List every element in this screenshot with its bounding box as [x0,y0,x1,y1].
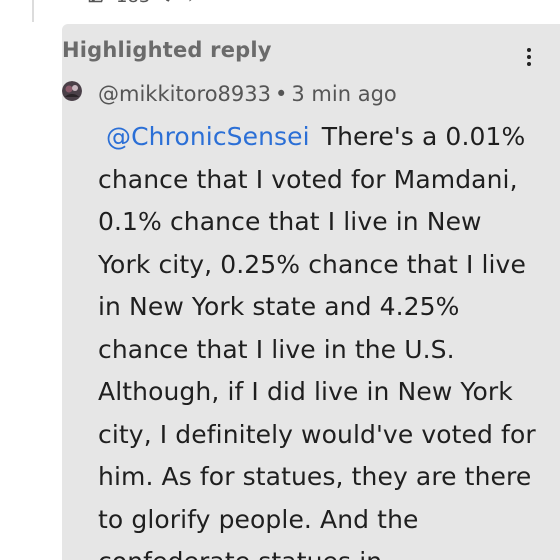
highlighted-reply-label: Highlighted reply [62,38,272,62]
author-handle[interactable]: @mikkitoro8933 [98,82,271,106]
reply-text: @ChronicSensei There's a 0.01% chance tha… [98,116,538,560]
menu-dot [527,48,531,52]
more-vert-icon[interactable] [519,44,539,70]
mention-link[interactable]: @ChronicSensei [106,122,310,151]
reply-content: There's a 0.01% chance that I voted for … [98,122,536,560]
parent-comment-actions: 183 [88,0,206,8]
timestamp[interactable]: 3 min ago [291,82,396,106]
comments-page: 183 Highlighted reply @mikkitoro8933•3 m… [0,0,560,560]
menu-dot [527,55,531,59]
thread-line [32,0,34,22]
like-count: 183 [116,0,150,7]
user-avatar-icon[interactable] [62,81,82,101]
meta-separator: • [275,82,288,106]
reply-icon[interactable] [188,0,206,8]
thumb-up-icon[interactable] [88,0,106,8]
menu-dot [527,62,531,66]
highlighted-reply-card: Highlighted reply @mikkitoro8933 • 3 min a… [62,24,560,560]
thumb-down-icon[interactable] [160,0,178,8]
reply-meta: @mikkitoro8933 • 3 min ago [98,82,397,106]
